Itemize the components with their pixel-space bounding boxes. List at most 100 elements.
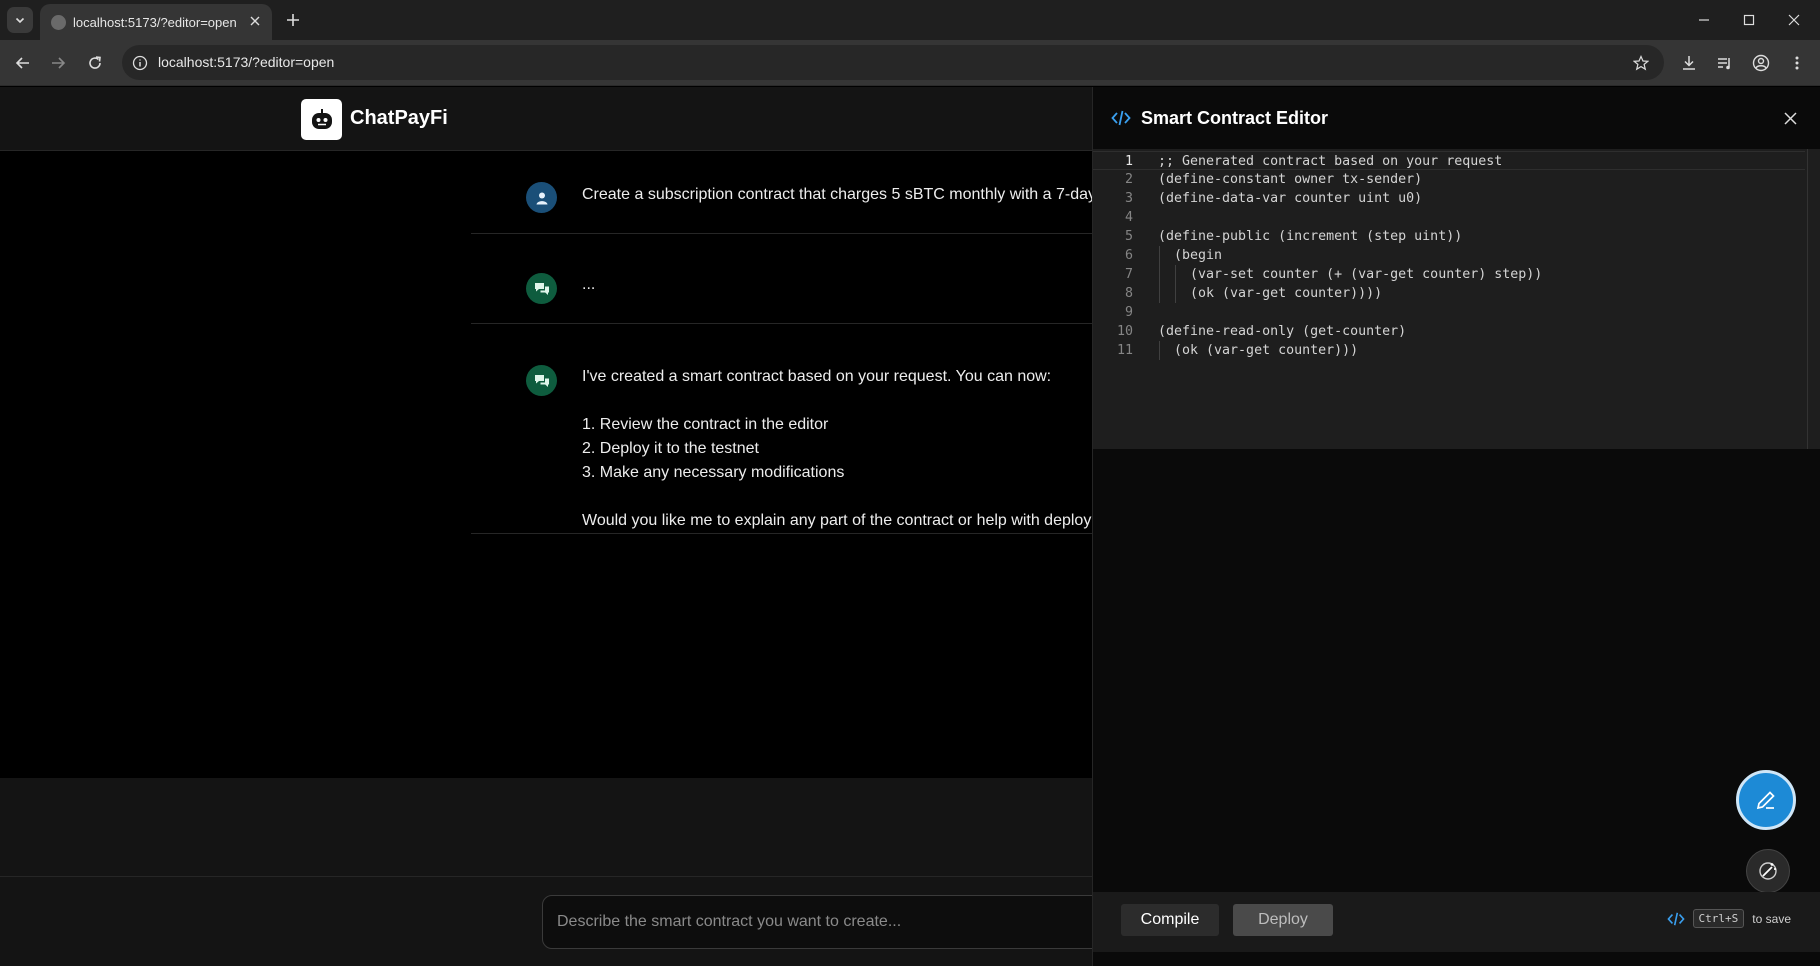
save-hint: Ctrl+S to save — [1666, 909, 1791, 928]
code-text: (var-set counter (+ (var-get counter) st… — [1158, 267, 1543, 282]
code-scrollbar[interactable] — [1807, 149, 1820, 449]
profile-icon — [1752, 54, 1770, 72]
browser-toolbar: localhost:5173/?editor=open — [0, 40, 1820, 86]
code-line[interactable]: 2 (define-constant owner tx-sender) — [1093, 170, 1805, 189]
globe-icon — [51, 15, 66, 30]
chat-message-assistant: I've created a smart contract based on y… — [471, 325, 1092, 534]
close-icon — [1788, 14, 1800, 26]
code-text: (begin — [1158, 248, 1223, 263]
code-editor[interactable]: 1 ;; Generated contract based on your req… — [1093, 149, 1820, 449]
editor-header: Smart Contract Editor — [1093, 87, 1820, 149]
code-line[interactable]: 11 (ok (var-get counter))) — [1093, 341, 1805, 360]
message-text: ... — [582, 276, 596, 293]
chevron-down-icon — [15, 17, 25, 24]
close-icon — [1783, 111, 1797, 125]
magic-wand-icon — [1759, 862, 1777, 880]
pencil-icon — [1756, 791, 1775, 810]
compile-button[interactable]: Compile — [1121, 904, 1219, 936]
back-button[interactable] — [10, 50, 36, 76]
prompt-placeholder: Describe the smart contract you want to … — [557, 913, 902, 930]
code-line[interactable]: 5 (define-public (increment (step uint)) — [1093, 227, 1805, 246]
tab-title: localhost:5173/?editor=open — [73, 15, 237, 30]
browser-tab-strip: localhost:5173/?editor=open — [0, 0, 1820, 40]
indent-guide — [1159, 341, 1160, 360]
user-avatar-icon — [526, 182, 557, 213]
minimize-button[interactable] — [1689, 8, 1719, 32]
message-text: I've created a smart contract based on y… — [582, 368, 1092, 529]
playlist-icon — [1718, 58, 1730, 70]
downloads-button[interactable] — [1676, 50, 1702, 76]
url-text: localhost:5173/?editor=open — [158, 54, 335, 70]
code-line[interactable]: 4 — [1093, 208, 1805, 227]
code-line[interactable]: 9 — [1093, 303, 1805, 322]
browser-menu-button[interactable] — [1784, 50, 1810, 76]
assistant-fab-button[interactable] — [1746, 849, 1790, 893]
code-line[interactable]: 8 (ok (var-get counter)))) — [1093, 284, 1805, 303]
line-number: 3 — [1124, 191, 1133, 206]
code-line[interactable]: 1 ;; Generated contract based on your req… — [1093, 151, 1805, 170]
address-bar[interactable]: localhost:5173/?editor=open — [122, 45, 1664, 80]
app-header: ChatPayFi — [0, 87, 1092, 151]
code-text: (define-data-var counter uint u0) — [1158, 191, 1423, 206]
new-tab-button[interactable] — [282, 9, 304, 31]
arrow-right-icon — [52, 57, 66, 69]
edit-fab-button[interactable] — [1736, 770, 1796, 830]
brand-name: ChatPayFi — [350, 107, 448, 129]
code-line[interactable]: 6 (begin — [1093, 246, 1805, 265]
download-icon — [1683, 56, 1695, 70]
line-number: 7 — [1124, 267, 1133, 282]
robot-logo-icon — [301, 99, 342, 140]
media-controls-button[interactable] — [1712, 50, 1738, 76]
line-number: 10 — [1116, 324, 1133, 339]
code-text: (ok (var-get counter))) — [1158, 343, 1359, 358]
profile-button[interactable] — [1748, 50, 1774, 76]
line-number: 8 — [1124, 286, 1133, 301]
code-line[interactable]: 10 (define-read-only (get-counter) — [1093, 322, 1805, 341]
close-icon — [250, 16, 260, 26]
line-number: 4 — [1124, 210, 1133, 225]
save-shortcut-key: Ctrl+S — [1692, 909, 1745, 928]
code-icon — [1666, 912, 1685, 925]
prompt-input[interactable]: Describe the smart contract you want to … — [542, 895, 1102, 949]
maximize-button[interactable] — [1734, 8, 1764, 32]
line-number: 2 — [1124, 172, 1133, 187]
chat-bubbles-icon — [526, 365, 557, 396]
message-text: Create a subscription contract that char… — [582, 186, 1092, 203]
chat-bubbles-icon — [526, 273, 557, 304]
code-line[interactable]: 3 (define-data-var counter uint u0) — [1093, 189, 1805, 208]
indent-guide — [1159, 284, 1160, 303]
deploy-button[interactable]: Deploy — [1233, 904, 1333, 936]
chat-message-list: Create a subscription contract that char… — [0, 151, 1092, 778]
line-number: 6 — [1124, 248, 1133, 263]
kebab-menu-icon — [1795, 56, 1799, 70]
smart-contract-editor-panel: Smart Contract Editor 1 ;; Generated cont… — [1092, 87, 1820, 966]
plus-icon — [287, 14, 299, 26]
code-text: (define-read-only (get-counter) — [1158, 324, 1407, 339]
forward-button[interactable] — [45, 50, 71, 76]
line-number: 11 — [1116, 343, 1133, 358]
code-text: (ok (var-get counter)))) — [1158, 286, 1383, 301]
bookmark-star-icon[interactable] — [1630, 52, 1652, 74]
code-line[interactable]: 7 (var-set counter (+ (var-get counter) … — [1093, 265, 1805, 284]
browser-tab-active[interactable]: localhost:5173/?editor=open — [40, 4, 272, 40]
indent-guide — [1175, 265, 1176, 284]
chat-message-user: Create a subscription contract that char… — [471, 151, 1092, 234]
site-info-icon[interactable] — [131, 54, 149, 72]
indent-guide — [1159, 246, 1160, 265]
tab-close-button[interactable] — [245, 11, 265, 31]
tab-search-button[interactable] — [7, 7, 33, 33]
reload-button[interactable] — [82, 50, 108, 76]
maximize-icon — [1743, 14, 1755, 26]
arrow-left-icon — [15, 57, 29, 69]
code-text: ;; Generated contract based on your requ… — [1158, 154, 1503, 169]
indent-guide — [1175, 284, 1176, 303]
window-close-button[interactable] — [1779, 8, 1809, 32]
editor-close-button[interactable] — [1779, 107, 1801, 129]
code-text: (define-public (increment (step uint)) — [1158, 229, 1463, 244]
line-number: 1 — [1124, 154, 1133, 169]
code-text: (define-constant owner tx-sender) — [1158, 172, 1423, 187]
reload-icon — [89, 56, 101, 69]
indent-guide — [1159, 265, 1160, 284]
line-number: 5 — [1124, 229, 1133, 244]
composer-divider — [0, 876, 1092, 877]
